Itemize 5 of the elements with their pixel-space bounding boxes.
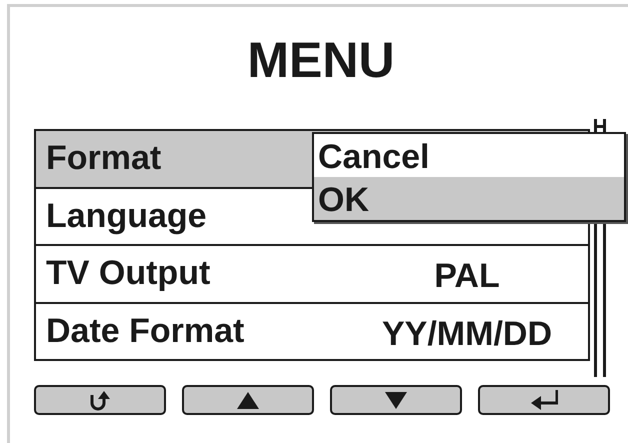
row-value: YY/MM/DD bbox=[381, 314, 553, 354]
row-value: PAL bbox=[433, 256, 501, 296]
row-label: Date Format bbox=[45, 312, 246, 351]
menu-title: MENU bbox=[246, 31, 396, 90]
row-label: TV Output bbox=[45, 254, 212, 294]
